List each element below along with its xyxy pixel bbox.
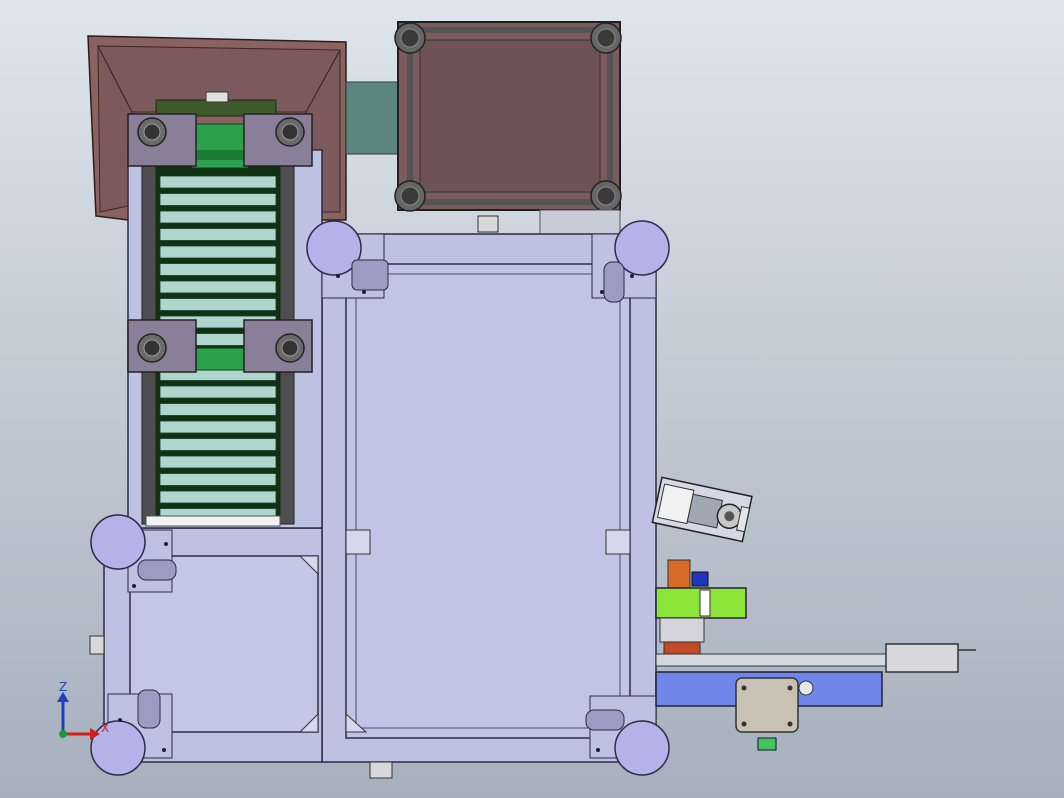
angled-gripper <box>651 476 753 543</box>
coordinate-triad: Z X <box>57 680 109 740</box>
green-belt <box>191 123 249 169</box>
right-mechanisms <box>651 476 976 751</box>
lime-actuator <box>655 559 747 655</box>
conveyor-slat <box>159 228 277 241</box>
machine-assembly-drawing: Z X <box>57 21 976 779</box>
bin-latch <box>477 215 499 233</box>
conveyor-slat <box>159 210 277 224</box>
bin-base-plate <box>539 209 621 235</box>
main-panel <box>345 263 631 739</box>
hopper-sensor <box>205 91 229 103</box>
y-axis-origin <box>59 730 67 738</box>
storage-bin <box>345 21 622 235</box>
conveyor-slat <box>159 263 277 276</box>
conveyor-slat <box>159 473 277 486</box>
green-belt-lower <box>193 347 245 371</box>
conveyor-slat <box>159 280 277 294</box>
conveyor-slat <box>159 403 277 416</box>
conveyor-slat <box>159 193 277 206</box>
conveyor-slat <box>159 175 277 189</box>
conveyor-slat <box>159 420 277 434</box>
z-axis-label: Z <box>59 680 67 694</box>
conveyor-slat <box>159 385 277 399</box>
teal-duct <box>345 81 399 155</box>
conveyor-slat <box>159 455 277 469</box>
horizontal-rail <box>655 643 976 751</box>
conveyor-bottom-plate <box>145 515 281 527</box>
conveyor-slat <box>159 438 277 451</box>
x-axis-label: X <box>101 721 109 735</box>
conveyor-slat <box>159 298 277 311</box>
bin-inner <box>419 39 601 193</box>
cad-viewport[interactable]: Z X <box>0 0 1064 798</box>
conveyor-slat <box>159 490 277 504</box>
conveyor-slat <box>159 245 277 259</box>
